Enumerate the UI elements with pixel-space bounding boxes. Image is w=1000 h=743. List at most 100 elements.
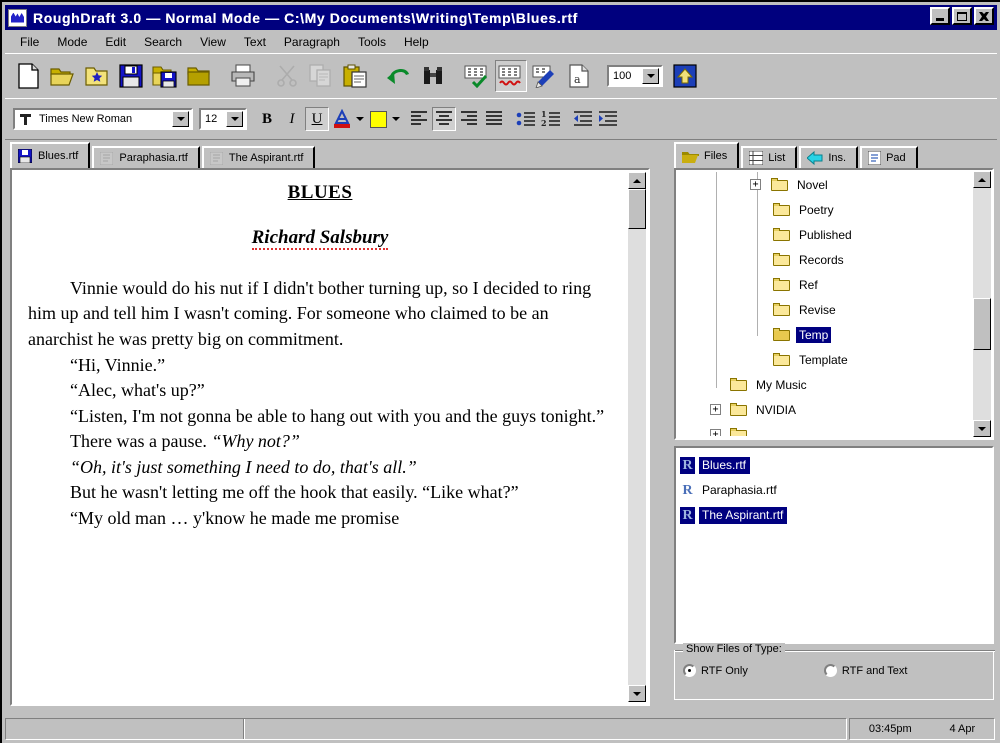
decrease-indent-button[interactable] [571,107,595,131]
font-size-dropdown-arrow[interactable] [226,111,243,127]
tree-node-temp[interactable]: Temp [678,322,972,347]
editor-scrollbar[interactable] [628,172,646,702]
open-document-button[interactable] [47,60,79,92]
radio-rtf-only[interactable] [683,664,696,677]
tree-node-records[interactable]: Records [678,247,972,272]
zoom-combo[interactable]: 100 [607,65,663,87]
scroll-thumb[interactable] [628,189,646,229]
tree-node-nvidia[interactable]: + NVIDIA [678,397,972,422]
document-tab-blues[interactable]: Blues.rtf [10,142,91,168]
bold-button[interactable]: B [255,107,279,131]
menu-tools[interactable]: Tools [349,33,395,51]
bullet-list-button[interactable] [514,107,538,131]
folder-icon [773,227,791,242]
panel-tab-files[interactable]: Files [674,142,740,168]
copy-button[interactable] [305,60,337,92]
spell-as-you-type-button[interactable] [495,60,527,92]
folder-icon [773,277,791,292]
menu-search[interactable]: Search [135,33,191,51]
scroll-down-button[interactable] [628,685,646,702]
open-favorite-button[interactable] [81,60,113,92]
special-character-button[interactable]: a [563,60,595,92]
full-screen-button[interactable] [669,60,701,92]
document-icon [100,151,114,165]
menu-help[interactable]: Help [395,33,438,51]
panel-tab-pad[interactable]: Pad [860,146,918,168]
expander-icon[interactable]: + [710,404,721,415]
tree-node-template[interactable]: Template [678,347,972,372]
tree-node-novel[interactable]: + Novel [678,172,972,197]
list-item[interactable]: R The Aspirant.rtf [680,503,992,528]
find-button[interactable] [417,60,449,92]
main-toolbar: a 100 [5,53,997,99]
font-name-dropdown-arrow[interactable] [172,111,189,127]
align-left-button[interactable] [407,107,431,131]
tree-node-published[interactable]: Published [678,222,972,247]
menu-view[interactable]: View [191,33,235,51]
tree-node-poetry[interactable]: Poetry [678,197,972,222]
panel-tab-list[interactable]: List [741,146,798,168]
maximize-button[interactable] [952,7,972,25]
file-list-label: Blues.rtf [699,457,751,474]
new-document-button[interactable] [13,60,45,92]
tree-node-my-music[interactable]: My Music [678,372,972,397]
folder-icon [682,150,699,163]
font-color-dropdown[interactable] [355,107,365,131]
close-button[interactable] [974,7,994,25]
zoom-dropdown-arrow[interactable] [642,68,659,84]
tree-scroll-up-button[interactable] [973,171,991,188]
panel-tab-ins[interactable]: Ins. [799,146,859,168]
font-size-combo[interactable]: 12 [199,108,247,130]
scroll-up-button[interactable] [628,172,646,189]
align-center-button[interactable] [432,107,456,131]
list-item[interactable]: R Blues.rtf [680,453,992,478]
increase-indent-button[interactable] [596,107,620,131]
undo-button[interactable] [383,60,415,92]
menu-text[interactable]: Text [235,33,275,51]
document-page[interactable]: BLUES Richard Salsbury Vinnie would do h… [14,172,626,702]
list-item[interactable]: R Paraphasia.rtf [680,478,992,503]
highlight-button[interactable] [366,107,390,131]
tree-node-revise[interactable]: Revise [678,297,972,322]
tree-scroll-thumb[interactable] [973,298,991,350]
tree-scrollbar[interactable] [973,171,991,437]
save-document-button[interactable] [115,60,147,92]
font-color-button[interactable] [330,107,354,131]
menu-bar: File Mode Edit Search View Text Paragrap… [5,32,997,52]
menu-edit[interactable]: Edit [96,33,135,51]
tree-node-partial[interactable]: + [678,422,972,436]
menu-paragraph[interactable]: Paragraph [275,33,349,51]
document-tab-aspirant[interactable]: The Aspirant.rtf [201,146,316,168]
save-as-button[interactable] [149,60,181,92]
save-all-button[interactable] [183,60,215,92]
numbered-list-button[interactable]: 1 2 [539,107,563,131]
paste-button[interactable] [339,60,371,92]
align-right-button[interactable] [457,107,481,131]
print-button[interactable] [227,60,259,92]
italic-button[interactable]: I [280,107,304,131]
menu-mode[interactable]: Mode [48,33,96,51]
tree-node-ref[interactable]: Ref [678,272,972,297]
increase-indent-icon [599,111,617,126]
tree-scroll-track[interactable] [973,188,991,420]
minimize-button[interactable] [930,7,950,25]
tree-scroll-down-button[interactable] [973,420,991,437]
highlight-dropdown[interactable] [391,107,401,131]
save-disk-icon [119,64,143,88]
underline-button[interactable]: U [305,107,329,131]
font-name-combo[interactable]: Times New Roman [13,108,193,130]
expander-icon[interactable]: + [750,179,761,190]
file-list[interactable]: R Blues.rtf R Paraphasia.rtf R The Aspir… [674,446,994,644]
cut-button[interactable] [271,60,303,92]
radio-rtf-and-text[interactable] [823,664,837,677]
folder-tree[interactable]: + Novel Poetry Published Records Ref Rev… [674,168,994,440]
document-tab-paraphasia[interactable]: Paraphasia.rtf [92,146,200,168]
font-size-value: 12 [205,113,218,125]
thesaurus-button[interactable] [529,60,561,92]
menu-file[interactable]: File [11,33,48,51]
justify-button[interactable] [482,107,506,131]
spell-check-button[interactable] [461,60,493,92]
expander-icon[interactable]: + [710,429,721,436]
scroll-track[interactable] [628,189,646,685]
rtf-file-icon: R [680,457,695,474]
